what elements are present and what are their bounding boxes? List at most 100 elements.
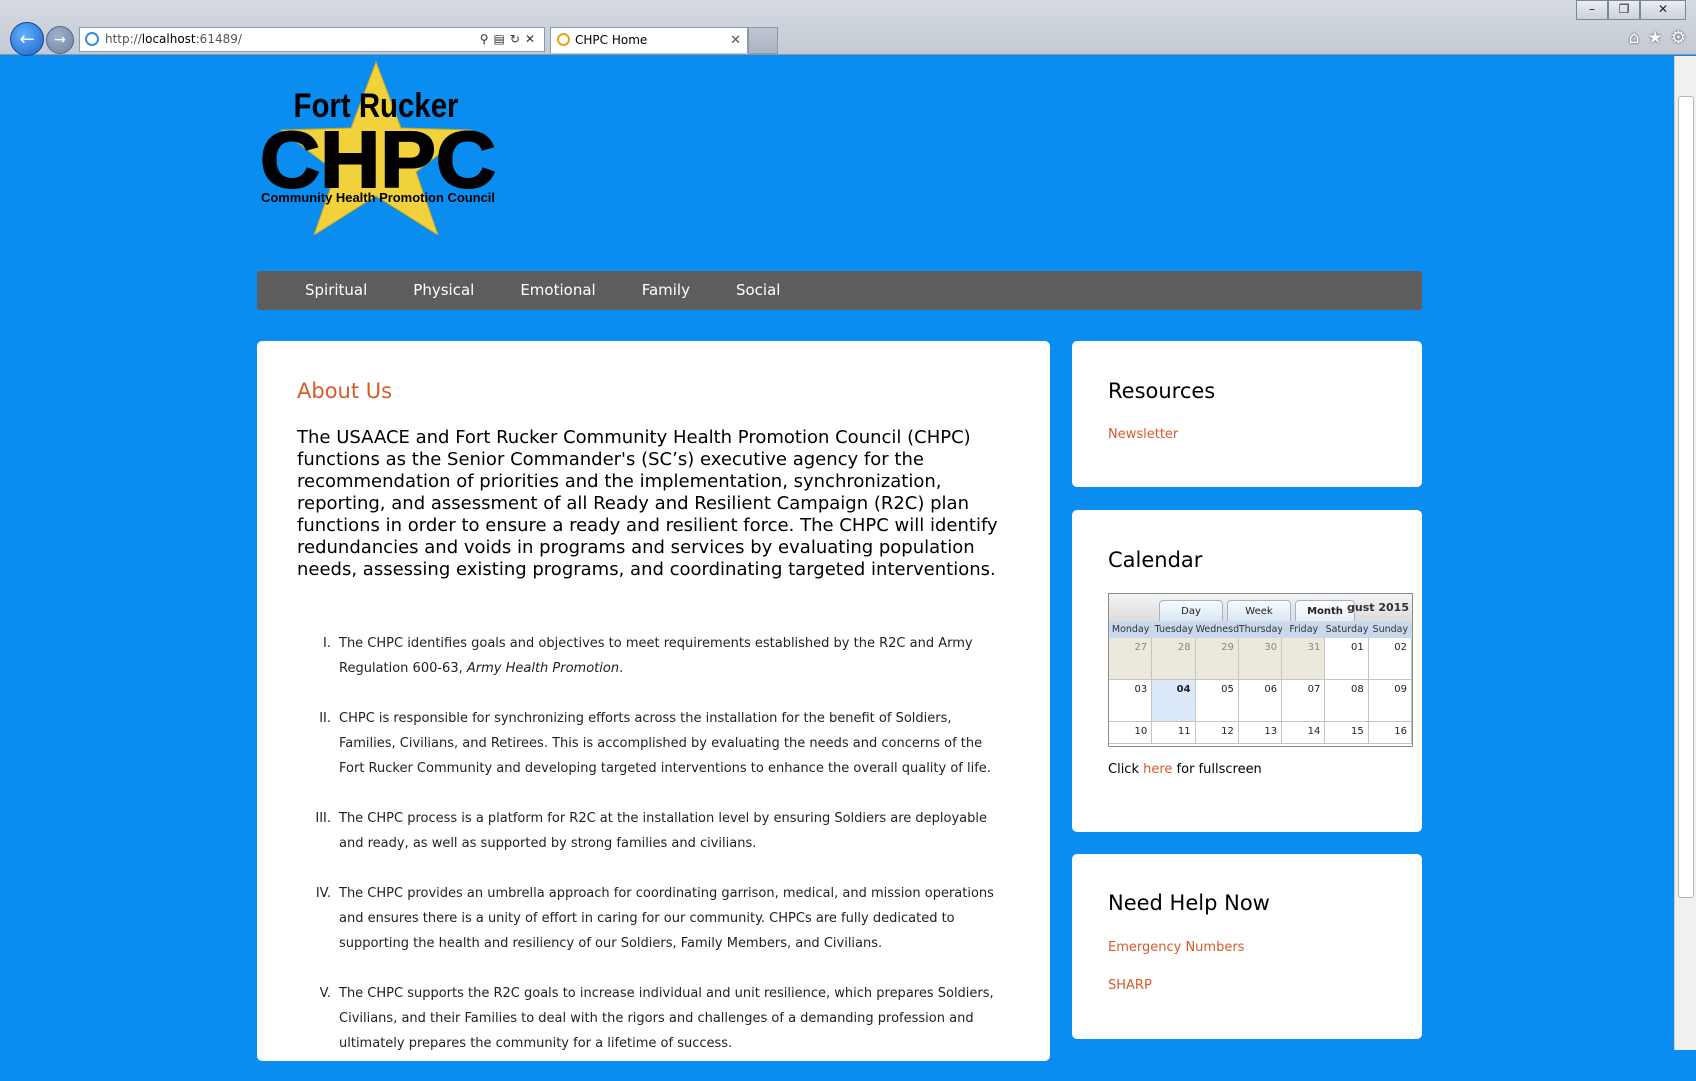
calendar-grid: 27 28 29 30 31 01 02 03 04 05 06 07 08 0… [1109, 638, 1412, 744]
minimize-button[interactable]: – [1576, 0, 1608, 20]
calendar-view-day[interactable]: Day [1159, 600, 1223, 621]
calendar-week: 27 28 29 30 31 01 02 [1109, 638, 1412, 680]
help-card: Need Help Now Emergency Numbers SHARP [1072, 854, 1422, 1039]
tab-close-icon[interactable]: ✕ [730, 28, 741, 53]
calendar-widget: Day Week Month gust 2015 Monday Tuesday … [1108, 593, 1413, 747]
calendar-day[interactable]: 03 [1109, 680, 1153, 722]
calendar-day[interactable]: 08 [1325, 680, 1369, 722]
calendar-day[interactable]: 01 [1325, 638, 1369, 680]
calendar-day[interactable]: 11 [1152, 722, 1196, 744]
window-close-button[interactable]: ✕ [1640, 0, 1686, 20]
calendar-day[interactable]: 28 [1152, 638, 1196, 680]
calendar-day[interactable]: 29 [1195, 638, 1239, 680]
list-num: III. [315, 811, 331, 826]
emergency-numbers-link[interactable]: Emergency Numbers [1108, 940, 1244, 955]
tab-chpc-home[interactable]: CHPC Home ✕ [550, 27, 748, 53]
list-item: IV. The CHPC provides an umbrella approac… [297, 881, 1007, 956]
about-card: About Us The USAACE and Fort Rucker Comm… [257, 341, 1050, 1061]
weekday-label: Monday [1111, 624, 1150, 635]
weekday-label: Friday [1289, 624, 1319, 635]
back-button[interactable]: ← [10, 22, 44, 56]
list-item: II. CHPC is responsible for synchronizing… [297, 706, 1007, 781]
calendar-day[interactable]: 12 [1195, 722, 1239, 744]
menu-item-family[interactable]: Family [642, 271, 690, 310]
calendar-day[interactable]: 27 [1109, 638, 1153, 680]
search-icon[interactable]: ⚲ [480, 32, 494, 46]
calendar-day[interactable]: 31 [1282, 638, 1326, 680]
weekday-label: Tuesday [1154, 624, 1194, 635]
sharp-link[interactable]: SHARP [1108, 978, 1152, 993]
weekday-label: Thursday [1238, 624, 1283, 635]
calendar-day-today[interactable]: 04 [1152, 680, 1196, 722]
tab-title: CHPC Home [575, 33, 648, 47]
ie-tab-icon [557, 33, 570, 46]
list-num: IV. [315, 886, 331, 901]
calendar-day[interactable]: 15 [1325, 722, 1369, 744]
calendar-month-label: gust 2015 [1347, 601, 1409, 614]
newsletter-link[interactable]: Newsletter [1108, 427, 1178, 442]
maximize-button[interactable]: ❐ [1608, 0, 1640, 20]
list-item: I. The CHPC identifies goals and objectiv… [297, 631, 1007, 681]
calendar-day[interactable]: 10 [1109, 722, 1153, 744]
calendar-header: Day Week Month gust 2015 [1109, 594, 1412, 623]
calendar-day[interactable]: 02 [1368, 638, 1412, 680]
help-title: Need Help Now [1108, 891, 1270, 915]
compat-icon[interactable]: ▤ [494, 32, 510, 46]
menu-item-physical[interactable]: Physical [413, 271, 474, 310]
calendar-view-month[interactable]: Month [1295, 600, 1355, 621]
calendar-week: 03 04 05 06 07 08 09 [1109, 680, 1412, 722]
list-text: The CHPC identifies goals and objectives… [339, 636, 973, 676]
list-num: V. [319, 986, 331, 1001]
list-text: CHPC is responsible for synchronizing ef… [339, 711, 991, 776]
menu-item-emotional[interactable]: Emotional [520, 271, 595, 310]
browser-icons: ⌂ ★ ⚙ [1629, 28, 1686, 48]
weekday-label: Sunday [1372, 624, 1409, 635]
address-prefix: http:// [105, 32, 142, 46]
gear-icon[interactable]: ⚙ [1671, 28, 1686, 48]
page-scrollbar[interactable] [1674, 56, 1696, 1050]
calendar-week: 10 11 12 13 14 15 16 [1109, 722, 1412, 744]
note-before: Click [1108, 762, 1144, 777]
home-icon[interactable]: ⌂ [1629, 28, 1640, 48]
calendar-view-week[interactable]: Week [1227, 600, 1291, 621]
resources-card: Resources Newsletter [1072, 341, 1422, 487]
list-text: The CHPC provides an umbrella approach f… [339, 886, 994, 951]
weekday-label: Saturday [1325, 624, 1369, 635]
calendar-card: Calendar Day Week Month gust 2015 Monday… [1072, 510, 1422, 832]
calendar-day[interactable]: 30 [1238, 638, 1283, 680]
menu-item-social[interactable]: Social [736, 271, 780, 310]
stop-icon[interactable]: ✕ [525, 32, 540, 46]
fullscreen-link[interactable]: here [1143, 762, 1172, 777]
calendar-day[interactable]: 07 [1282, 680, 1326, 722]
note-after: for fullscreen [1172, 762, 1262, 777]
list-text: The CHPC process is a platform for R2C a… [339, 811, 988, 851]
star-icon[interactable]: ★ [1648, 28, 1663, 48]
refresh-icon[interactable]: ↻ [510, 32, 525, 46]
calendar-day[interactable]: 09 [1368, 680, 1412, 722]
new-tab-button[interactable] [748, 27, 778, 54]
list-item: III. The CHPC process is a platform for R… [297, 806, 1007, 856]
address-bar[interactable]: http://localhost:61489/ ⚲▤↻✕ [79, 27, 545, 52]
ie-page-icon [85, 32, 99, 46]
scroll-thumb[interactable] [1678, 96, 1694, 898]
main-menu: Spiritual Physical Emotional Family Soci… [257, 271, 1422, 310]
calendar-day[interactable]: 05 [1195, 680, 1239, 722]
list-item: V. The CHPC supports the R2C goals to inc… [297, 981, 1007, 1056]
calendar-day[interactable]: 14 [1282, 722, 1326, 744]
chpc-logo[interactable]: Fort Rucker CHPC Community Health Promot… [256, 60, 496, 235]
list-text: The CHPC supports the R2C goals to incre… [339, 986, 994, 1051]
menu-item-spiritual[interactable]: Spiritual [305, 271, 367, 310]
list-num: II. [319, 711, 331, 726]
forward-button[interactable]: → [46, 26, 74, 54]
window-controls: – ❐ ✕ [1576, 0, 1686, 20]
calendar-day[interactable]: 16 [1368, 722, 1412, 744]
window-left-edge [0, 56, 8, 1050]
calendar-weekdays: Monday Tuesday Wednesday Thursday Friday… [1109, 622, 1412, 638]
calendar-fullscreen-note: Click here for fullscreen [1108, 762, 1262, 777]
calendar-day[interactable]: 13 [1238, 722, 1283, 744]
calendar-day[interactable]: 06 [1238, 680, 1283, 722]
list-tail: . [619, 661, 624, 676]
address-host: localhost [141, 32, 196, 46]
resources-title: Resources [1108, 379, 1216, 403]
about-title: About Us [297, 379, 393, 403]
